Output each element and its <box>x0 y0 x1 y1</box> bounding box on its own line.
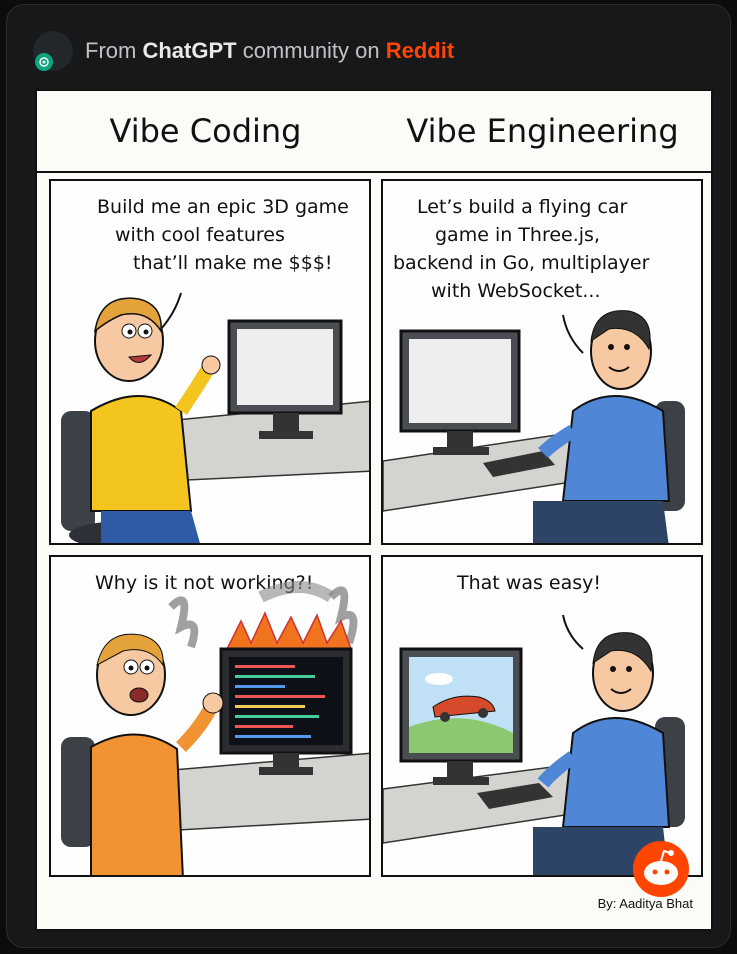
comic-credit: By: Aaditya Bhat <box>597 896 693 911</box>
comic-titles: Vibe Coding Vibe Engineering <box>37 91 711 173</box>
scene-flying-car-game <box>383 614 685 875</box>
post-header: From ChatGPT community on Reddit <box>33 31 713 71</box>
panel-vibe-coding-request: Build me an epic 3D game with cool featu… <box>49 179 371 545</box>
scene-blue-guy-typing <box>383 310 685 543</box>
panel-vibe-engineering-spec: Let’s build a flying car game in Three.j… <box>381 179 703 545</box>
scene-yellow-guy <box>61 292 369 543</box>
panel-vibe-engineering-success: That was easy! <box>381 555 703 877</box>
community-name[interactable]: ChatGPT <box>142 38 236 63</box>
title-vibe-engineering: Vibe Engineering <box>406 112 679 150</box>
scene-burning-monitor <box>61 581 369 875</box>
avatar[interactable] <box>33 31 73 71</box>
title-vibe-coding: Vibe Coding <box>109 112 302 150</box>
source-middle: community on <box>236 38 386 63</box>
reddit-snoo-icon <box>633 841 689 897</box>
source-line: From ChatGPT community on Reddit <box>85 38 454 64</box>
post-card: From ChatGPT community on Reddit Vibe Co… <box>6 4 731 948</box>
source-prefix: From <box>85 38 143 63</box>
panel-vibe-coding-broken: Why is it not working?! <box>49 555 371 877</box>
openai-logo-icon <box>35 53 53 71</box>
comic-image: Vibe Coding Vibe Engineering Build me an… <box>35 89 713 931</box>
platform-name[interactable]: Reddit <box>386 38 454 63</box>
